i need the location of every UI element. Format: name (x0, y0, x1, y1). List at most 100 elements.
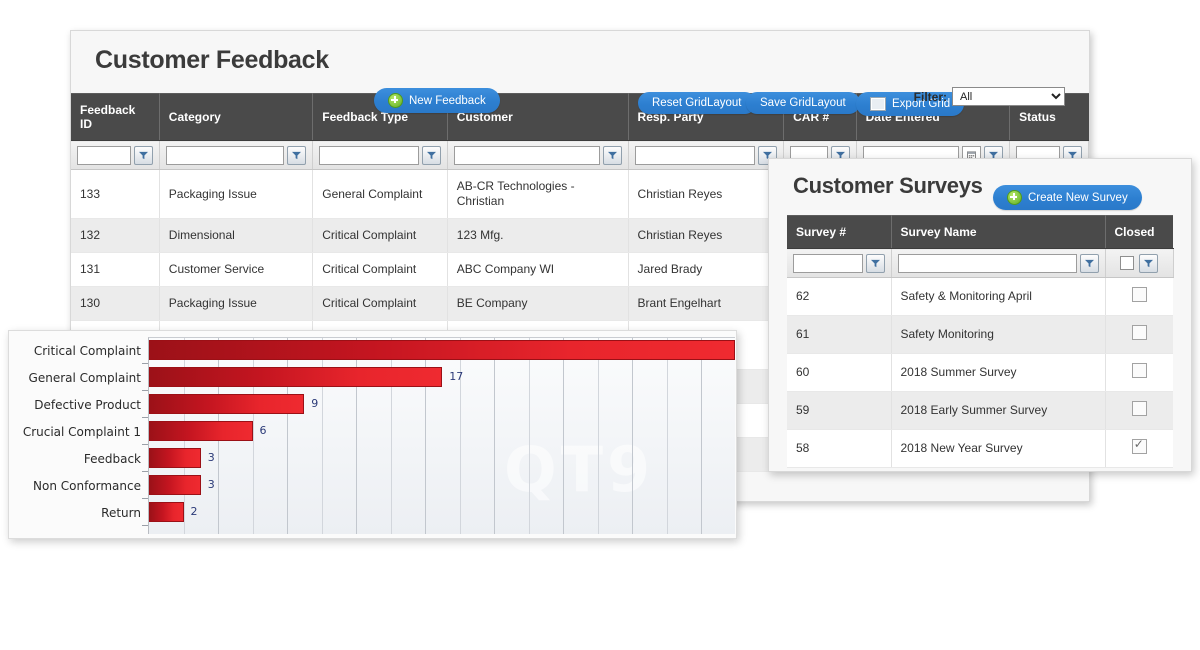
cell-closed (1105, 315, 1173, 354)
column-header-survey-number[interactable]: Survey # (787, 215, 892, 249)
chart-category-label: Crucial Complaint 1 (22, 424, 141, 439)
cell-resp-party: Brant Engelhart (628, 286, 785, 321)
filter-input-category[interactable] (165, 145, 285, 165)
filter-input-survey-name[interactable] (897, 253, 1077, 273)
chart-bar[interactable] (149, 502, 184, 522)
cell-customer: 123 Mfg. (447, 218, 629, 253)
filter-icon[interactable] (1139, 253, 1158, 273)
cell-survey-name: 2018 New Year Survey (891, 429, 1106, 468)
cell-feedback-id: 131 (71, 252, 160, 287)
chart-bar[interactable] (149, 340, 735, 360)
chart-bar-row: Feedback 3 (9, 445, 736, 472)
chart-bar-track: 9 (149, 391, 736, 418)
cell-survey-number: 59 (787, 391, 892, 430)
chart-bar-track: 3 (149, 472, 736, 499)
filter-icon[interactable] (1079, 253, 1099, 273)
filter-select[interactable]: All (952, 87, 1065, 106)
plus-circle-icon (1007, 190, 1022, 205)
chart-bar[interactable] (149, 448, 201, 468)
chart-bar[interactable] (149, 421, 253, 441)
cell-feedback-type: Critical Complaint (312, 252, 448, 287)
chart-bar-row: Critical Complaint (9, 337, 736, 364)
closed-checkbox[interactable] (1131, 325, 1147, 340)
chart-bar[interactable] (149, 475, 201, 495)
cell-survey-name: Safety Monitoring (891, 315, 1106, 354)
cell-survey-number: 58 (787, 429, 892, 468)
chart-bar-row: Crucial Complaint 1 6 (9, 418, 736, 445)
save-gridlayout-label: Save GridLayout (760, 97, 846, 109)
filter-icon[interactable] (133, 145, 153, 165)
table-row[interactable]: 60 2018 Summer Survey (787, 353, 1173, 392)
chart-bar-track: 17 (149, 364, 736, 391)
closed-checkbox[interactable] (1131, 287, 1147, 302)
table-row[interactable]: 58 2018 New Year Survey (787, 429, 1173, 468)
save-gridlayout-button[interactable]: Save GridLayout (746, 92, 860, 114)
closed-filter-checkbox[interactable] (1120, 256, 1134, 270)
chart-bar[interactable] (149, 394, 305, 414)
table-row[interactable]: 62 Safety & Monitoring April (787, 277, 1173, 316)
chart-bar-value: 6 (259, 424, 267, 437)
chart-bar-value: 2 (190, 505, 198, 518)
column-header-category[interactable]: Category (159, 93, 314, 141)
cell-customer: BE Company (447, 286, 629, 321)
closed-checkbox[interactable] (1131, 363, 1147, 378)
filter-icon[interactable] (602, 145, 622, 165)
filter-input-resp-party[interactable] (634, 145, 756, 165)
create-new-survey-button[interactable]: Create New Survey (993, 185, 1142, 210)
new-feedback-button[interactable]: New Feedback (374, 88, 500, 113)
filter-input-feedback-type[interactable] (319, 145, 419, 165)
column-header-feedback-id[interactable]: Feedback ID (71, 93, 160, 141)
filter-input-feedback-id[interactable] (77, 145, 131, 165)
cell-closed (1105, 429, 1173, 468)
filter-label: Filter: (913, 89, 947, 104)
chart-bar-track: 6 (149, 418, 736, 445)
chart-bars: Critical Complaint General Complaint 17 Def… (9, 337, 736, 526)
reset-gridlayout-button[interactable]: Reset GridLayout (638, 92, 756, 114)
cell-closed (1105, 277, 1173, 316)
chart-category-label: Feedback (83, 451, 141, 466)
surveys-grid-header-row: Survey # Survey Name Closed (787, 215, 1173, 249)
closed-checkbox[interactable] (1131, 401, 1147, 416)
chart-bar-row: General Complaint 17 (9, 364, 736, 391)
chart-bar-value: 3 (207, 478, 215, 491)
reset-gridlayout-label: Reset GridLayout (652, 97, 742, 109)
column-header-closed[interactable]: Closed (1105, 215, 1173, 249)
cell-feedback-id: 133 (71, 169, 160, 219)
screenshot-stage: Customer Feedback New Feedback Reset Gri… (0, 0, 1200, 650)
filter-icon[interactable] (421, 145, 441, 165)
filter-icon[interactable] (287, 145, 307, 165)
cell-category: Packaging Issue (159, 169, 314, 219)
column-header-survey-name[interactable]: Survey Name (891, 215, 1106, 249)
filter-input-survey-number[interactable] (793, 253, 863, 273)
surveys-filter-row (787, 248, 1174, 278)
surveys-title: Customer Surveys (793, 173, 983, 198)
filter-icon[interactable] (865, 253, 885, 273)
grid-export-icon (870, 97, 886, 111)
surveys-grid: Survey # Survey Name Closed 62 Safety & … (787, 215, 1174, 468)
chart-bar[interactable] (149, 367, 443, 387)
closed-checkbox[interactable] (1131, 437, 1147, 454)
cell-survey-number: 62 (787, 277, 892, 316)
cell-closed (1105, 391, 1173, 430)
cell-survey-name: 2018 Summer Survey (891, 353, 1106, 392)
plus-circle-icon (388, 93, 403, 108)
feedback-toolbar: Customer Feedback New Feedback Reset Gri… (71, 31, 1089, 116)
new-feedback-label: New Feedback (409, 94, 486, 107)
chart-bar-value: 17 (449, 370, 464, 383)
surveys-grid-wrap: Survey # Survey Name Closed 62 Safety & … (769, 215, 1191, 468)
table-row[interactable]: 61 Safety Monitoring (787, 315, 1173, 354)
cell-resp-party: Christian Reyes (628, 218, 785, 253)
filter-cell-category (159, 140, 314, 170)
filter-input-customer[interactable] (453, 145, 600, 165)
filter-cell-feedback-type (312, 140, 448, 170)
cell-category: Dimensional (159, 218, 314, 253)
cell-resp-party: Jared Brady (628, 252, 785, 287)
filter-cell-resp-party (628, 140, 785, 170)
surveys-toolbar: Customer Surveys Create New Survey (769, 159, 1191, 215)
table-row[interactable]: 59 2018 Early Summer Survey (787, 391, 1173, 430)
chart-category-label: General Complaint (28, 370, 141, 385)
cell-feedback-type: General Complaint (312, 169, 448, 219)
filter-cell-customer (447, 140, 629, 170)
chart-category-label: Non Conformance (33, 478, 141, 493)
cell-feedback-id: 132 (71, 218, 160, 253)
